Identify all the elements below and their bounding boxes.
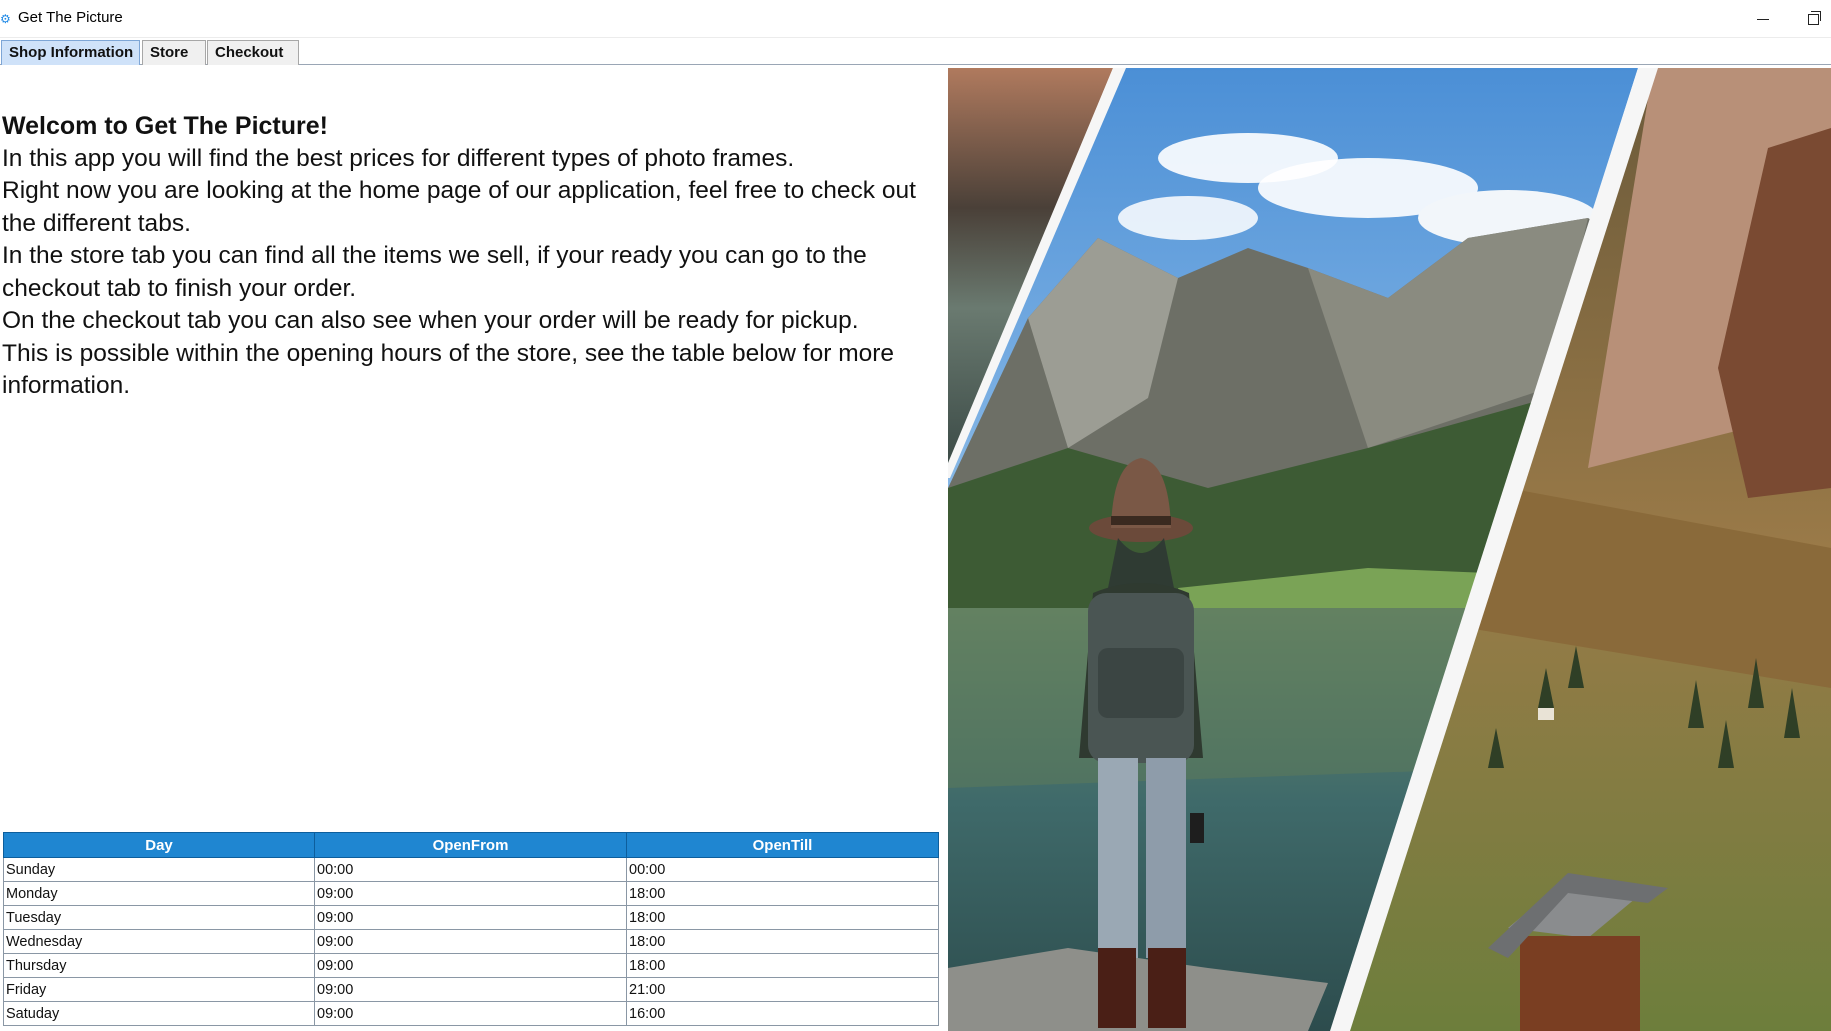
welcome-heading: Welcom to Get The Picture! xyxy=(2,112,328,140)
day-cell[interactable]: Wednesday xyxy=(3,929,315,954)
tab-shop-information[interactable]: Shop Information xyxy=(1,40,140,65)
minimize-icon xyxy=(1757,18,1769,20)
window-title: Get The Picture xyxy=(18,9,123,26)
open-till-cell[interactable]: 18:00 xyxy=(626,929,939,954)
intro-paragraph: On the checkout tab you can also see whe… xyxy=(2,307,859,334)
open-from-cell[interactable]: 09:00 xyxy=(314,977,627,1002)
open-till-cell[interactable]: 18:00 xyxy=(626,881,939,906)
open-till-cell[interactable]: 00:00 xyxy=(626,857,939,882)
landscape-photo-collage xyxy=(948,68,1831,1031)
day-cell[interactable]: Friday xyxy=(3,977,315,1002)
open-till-cell[interactable]: 18:00 xyxy=(626,953,939,978)
restore-icon xyxy=(1808,10,1821,25)
tab-checkout[interactable]: Checkout xyxy=(207,40,299,65)
intro-paragraph: Right now you are looking at the home pa… xyxy=(2,177,916,237)
day-cell[interactable]: Thursday xyxy=(3,953,315,978)
intro-paragraph: In the store tab you can find all the it… xyxy=(2,242,867,302)
column-header-openfrom[interactable]: OpenFrom xyxy=(314,832,627,858)
opening-hours-table[interactable]: Day OpenFrom OpenTill Sunday 00:00 00:00… xyxy=(3,832,939,1026)
landscape-photo xyxy=(948,68,1831,1031)
title-bar: ⚙ Get The Picture xyxy=(0,0,1831,38)
column-header-opentill[interactable]: OpenTill xyxy=(626,832,939,858)
table-row[interactable]: Tuesday 09:00 18:00 xyxy=(3,905,939,930)
restore-button[interactable] xyxy=(1796,2,1831,36)
minimize-button[interactable] xyxy=(1740,2,1786,36)
open-from-cell[interactable]: 09:00 xyxy=(314,1001,627,1026)
open-from-cell[interactable]: 09:00 xyxy=(314,953,627,978)
day-cell[interactable]: Tuesday xyxy=(3,905,315,930)
open-from-cell[interactable]: 00:00 xyxy=(314,857,627,882)
table-row[interactable]: Sunday 00:00 00:00 xyxy=(3,857,939,882)
open-till-cell[interactable]: 18:00 xyxy=(626,905,939,930)
tab-bar: Shop Information Store Checkout xyxy=(0,38,1831,65)
table-row[interactable]: Wednesday 09:00 18:00 xyxy=(3,929,939,954)
tab-store[interactable]: Store xyxy=(142,40,206,65)
table-header-row: Day OpenFrom OpenTill xyxy=(3,832,939,858)
table-row[interactable]: Friday 09:00 21:00 xyxy=(3,977,939,1002)
open-from-cell[interactable]: 09:00 xyxy=(314,929,627,954)
day-cell[interactable]: Sunday xyxy=(3,857,315,882)
intro-paragraph: This is possible within the opening hour… xyxy=(2,339,895,400)
intro-paragraph: In this app you will find the best price… xyxy=(2,144,795,172)
intro-section: Welcom to Get The Picture! In this app y… xyxy=(2,110,942,403)
gear-icon: ⚙ xyxy=(0,12,11,26)
open-from-cell[interactable]: 09:00 xyxy=(314,905,627,930)
table-row[interactable]: Monday 09:00 18:00 xyxy=(3,881,939,906)
table-row[interactable]: Satuday 09:00 16:00 xyxy=(3,1001,939,1026)
open-from-cell[interactable]: 09:00 xyxy=(314,881,627,906)
column-header-day[interactable]: Day xyxy=(3,832,315,858)
day-cell[interactable]: Monday xyxy=(3,881,315,906)
day-cell[interactable]: Satuday xyxy=(3,1001,315,1026)
open-till-cell[interactable]: 21:00 xyxy=(626,977,939,1002)
table-row[interactable]: Thursday 09:00 18:00 xyxy=(3,953,939,978)
open-till-cell[interactable]: 16:00 xyxy=(626,1001,939,1026)
